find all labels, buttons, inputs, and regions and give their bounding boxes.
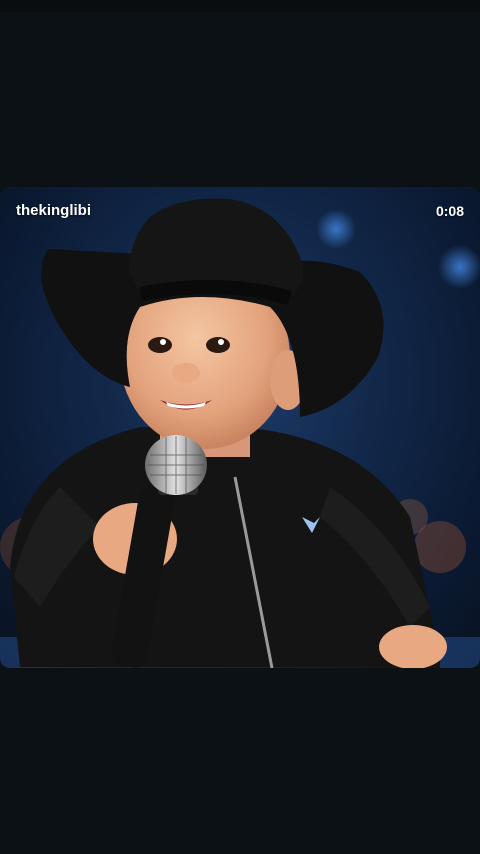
baby-in-cowboy-hat-with-microphone-image — [0, 198, 480, 668]
username-label[interactable]: thekinglibi — [16, 202, 91, 219]
video-timestamp: 0:08 — [435, 203, 464, 219]
video-player[interactable] — [0, 187, 480, 668]
status-bar-area — [0, 0, 480, 12]
story-viewer: thekinglibi 0:08 — [0, 0, 480, 854]
